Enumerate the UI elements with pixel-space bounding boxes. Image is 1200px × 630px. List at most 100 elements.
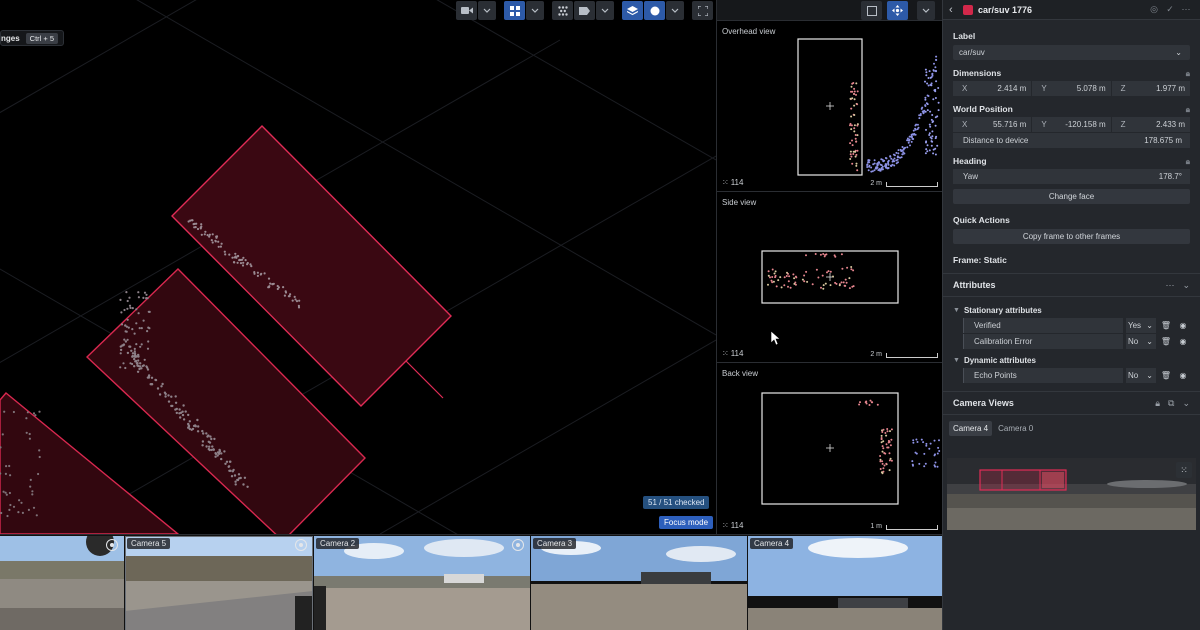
camera-strip: Camera 5 Camera 2 Camera 3 Camera 4 bbox=[0, 534, 942, 630]
back-chevron-icon[interactable]: ‹ bbox=[949, 4, 963, 16]
views-toolbar bbox=[717, 0, 942, 21]
camera-preview[interactable]: ⁙ bbox=[947, 458, 1196, 530]
focus-mode-button[interactable]: Focus mode bbox=[659, 516, 714, 529]
layers-icon[interactable] bbox=[622, 1, 643, 20]
distance-row: Distance to device 178.675 m bbox=[953, 133, 1190, 148]
position-z-value: 2.433 m bbox=[1156, 120, 1185, 129]
stationary-attributes-toggle[interactable]: ▼ Stationary attributes bbox=[953, 303, 1190, 318]
chevron-down-icon[interactable] bbox=[666, 1, 684, 20]
check-icon[interactable]: ✓ bbox=[1162, 4, 1178, 15]
tag-icon[interactable] bbox=[574, 1, 595, 20]
overhead-view[interactable]: Overhead view ⁙ 114 2 m bbox=[717, 22, 942, 192]
chevron-down-icon[interactable]: ⌄ bbox=[1182, 398, 1190, 409]
box-select-icon[interactable] bbox=[861, 1, 882, 20]
side-view-canvas[interactable] bbox=[717, 193, 942, 363]
lock-icon[interactable]: 🔒︎ bbox=[1186, 102, 1190, 117]
points-icon: ⁙ bbox=[722, 178, 729, 187]
points-icon: ⁙ bbox=[722, 349, 729, 358]
chevron-down-icon[interactable] bbox=[917, 1, 935, 20]
dimension-z-value: 1.977 m bbox=[1156, 84, 1185, 93]
trash-icon[interactable]: 🗑︎ bbox=[1159, 318, 1173, 333]
point-cloud-scene[interactable] bbox=[0, 0, 716, 534]
position-z-field[interactable]: Z 2.433 m bbox=[1111, 117, 1190, 132]
target-icon[interactable]: ◎ bbox=[1146, 4, 1162, 15]
chevron-down-icon[interactable] bbox=[526, 1, 544, 20]
palette-icon[interactable]: ◉ bbox=[1176, 318, 1190, 333]
back-view[interactable]: Back view ⁙ 114 1 m bbox=[717, 364, 942, 534]
eye-icon[interactable] bbox=[106, 539, 118, 551]
camera-thumbnail[interactable]: Camera 3 bbox=[531, 536, 747, 630]
label-select[interactable]: car/suv ⌄ bbox=[953, 45, 1190, 60]
position-x-field[interactable]: X 55.716 m bbox=[953, 117, 1032, 132]
camera-thumbnail[interactable]: Camera 2 bbox=[314, 536, 530, 630]
world-position-section-title: World Position 🔒︎ bbox=[953, 102, 1190, 117]
tab-camera-0[interactable]: Camera 0 bbox=[994, 421, 1037, 436]
grid-dots-icon[interactable] bbox=[552, 1, 573, 20]
overhead-view-canvas[interactable] bbox=[717, 22, 942, 192]
lock-icon[interactable]: 🔒︎ bbox=[1155, 398, 1160, 409]
chevron-down-icon[interactable]: ⌄ bbox=[1182, 280, 1190, 291]
stationary-attributes-title: Stationary attributes bbox=[963, 306, 1042, 315]
back-view-canvas[interactable] bbox=[717, 364, 942, 534]
caret-down-icon: ▼ bbox=[953, 357, 960, 364]
circle-icon[interactable] bbox=[644, 1, 665, 20]
external-link-icon[interactable]: ⧉ bbox=[1168, 398, 1174, 409]
viewport-toolbar bbox=[0, 0, 716, 21]
attribute-value-select[interactable]: No ⌄ bbox=[1126, 334, 1156, 349]
palette-icon[interactable]: ◉ bbox=[1176, 368, 1190, 383]
frame-status: Frame: Static bbox=[953, 255, 1007, 265]
more-icon[interactable]: ⋯ bbox=[1178, 4, 1194, 15]
class-color-swatch bbox=[963, 4, 973, 15]
camera-thumbnail[interactable]: Camera 5 bbox=[125, 536, 313, 630]
copy-frame-button[interactable]: Copy frame to other frames bbox=[953, 229, 1190, 244]
cursor-pointer-icon bbox=[770, 330, 781, 346]
chevron-down-icon: ⌄ bbox=[1175, 48, 1182, 57]
overhead-view-title: Overhead view bbox=[722, 27, 776, 36]
overhead-scale: 2 m bbox=[870, 180, 938, 187]
camera-thumbnail[interactable]: Camera 4 bbox=[748, 536, 942, 630]
side-scale: 2 m bbox=[870, 351, 938, 358]
dimensions-heading: Dimensions bbox=[953, 68, 1002, 78]
chevron-down-icon[interactable] bbox=[478, 1, 496, 20]
eye-icon[interactable] bbox=[295, 539, 307, 551]
overhead-point-count: ⁙ 114 bbox=[722, 178, 743, 187]
dimension-y-field[interactable]: Y 5.078 m bbox=[1032, 81, 1111, 96]
attributes-header[interactable]: Attributes ⋯ ⌄ bbox=[943, 273, 1200, 297]
move-arrows-icon[interactable] bbox=[887, 1, 908, 20]
chevron-down-icon: ⌄ bbox=[1146, 337, 1153, 346]
yaw-field[interactable]: Yaw 178.7° bbox=[953, 169, 1190, 184]
heading-heading: Heading bbox=[953, 156, 987, 166]
lock-icon[interactable]: 🔒︎ bbox=[1186, 66, 1190, 81]
shortcut-key: Ctrl + 5 bbox=[25, 32, 59, 44]
lock-icon[interactable]: 🔒︎ bbox=[1186, 154, 1190, 169]
attribute-value-select[interactable]: No ⌄ bbox=[1126, 368, 1156, 383]
chevron-down-icon[interactable] bbox=[596, 1, 614, 20]
main-3d-viewport[interactable]: nges Ctrl + 5 51 / 51 checked Focus mode bbox=[0, 0, 716, 534]
camera-thumbnail[interactable] bbox=[0, 536, 124, 630]
back-points bbox=[858, 399, 941, 475]
attributes-title: Attributes bbox=[953, 280, 996, 290]
fullscreen-icon[interactable] bbox=[692, 1, 713, 20]
position-y-field[interactable]: Y -120.158 m bbox=[1032, 117, 1111, 132]
trash-icon[interactable]: 🗑︎ bbox=[1159, 368, 1173, 383]
eye-icon[interactable] bbox=[512, 539, 524, 551]
video-camera-icon[interactable] bbox=[456, 1, 477, 20]
camera-views-header[interactable]: Camera Views 🔒︎ ⧉ ⌄ bbox=[943, 391, 1200, 415]
trash-icon[interactable]: 🗑︎ bbox=[1159, 334, 1173, 349]
attribute-value-select[interactable]: Yes ⌄ bbox=[1126, 318, 1156, 333]
side-view[interactable]: Side view ⁙ 114 2 m bbox=[717, 193, 942, 363]
camera-label: Camera 3 bbox=[533, 538, 577, 549]
dynamic-attributes-toggle[interactable]: ▼ Dynamic attributes bbox=[953, 353, 1190, 368]
dimension-z-field[interactable]: Z 1.977 m bbox=[1111, 81, 1190, 96]
change-face-button[interactable]: Change face bbox=[953, 189, 1190, 204]
grid-dots-icon[interactable]: ⁙ bbox=[1176, 462, 1192, 478]
side-scale-label: 2 m bbox=[870, 351, 882, 358]
tab-camera-4[interactable]: Camera 4 bbox=[949, 421, 993, 436]
dimensions-section-title: Dimensions 🔒︎ bbox=[953, 66, 1190, 81]
more-icon[interactable]: ⋯ bbox=[1165, 280, 1174, 291]
dimension-x-field[interactable]: X 2.414 m bbox=[953, 81, 1032, 96]
label-section-title: Label bbox=[953, 29, 1190, 44]
heading-section-title: Heading 🔒︎ bbox=[953, 154, 1190, 169]
palette-icon[interactable]: ◉ bbox=[1176, 334, 1190, 349]
layout-grid-icon[interactable] bbox=[504, 1, 525, 20]
